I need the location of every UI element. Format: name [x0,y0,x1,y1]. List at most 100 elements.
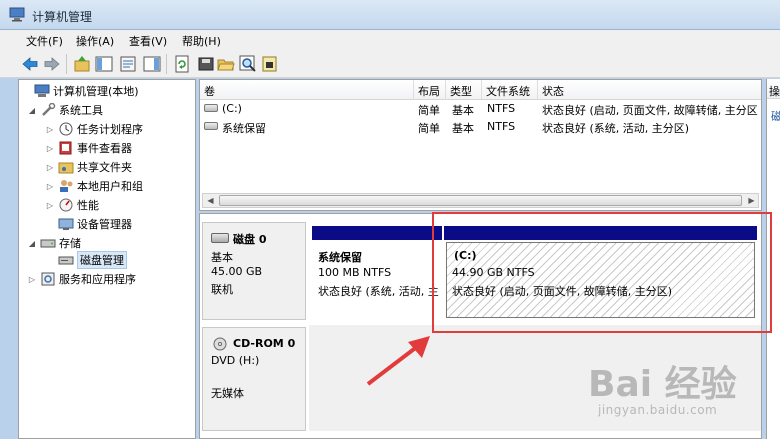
drive-icon [204,122,218,130]
table-row[interactable]: (C:) 简单 基本 NTFS 状态良好 (启动, 页面文件, 故障转储, 主分… [200,100,761,118]
refresh-icon[interactable] [172,54,192,74]
watermark-logo: Bai 经验 [588,364,737,405]
disk-icon [211,233,229,243]
partition-status: 状态良好 (系统, 活动, 主 [318,285,439,298]
scroll-left-icon[interactable]: ◀ [203,194,218,207]
tree-item-event-viewer[interactable]: ▷ 事件查看器 [45,139,132,157]
disk-icon[interactable] [196,54,216,74]
menu-action[interactable]: 操作(A) [76,33,114,49]
actions-item-disk[interactable]: 磁 [771,108,780,124]
volume-layout: 简单 [418,104,440,117]
tree-expand-arrow[interactable]: ▷ [45,201,55,210]
volume-list: 卷 布局 类型 文件系统 状态 (C:) 简单 基本 NTFS 状态良好 (启动… [199,79,762,211]
tree-item-storage[interactable]: ◢ 存储 [27,234,81,252]
drive-icon [204,104,218,112]
tree-item-device-manager[interactable]: 设备管理器 [45,215,132,233]
cdrom-type: DVD (H:) [211,354,260,367]
tree-expand-arrow[interactable]: ▷ [27,275,37,284]
tree-item-label: 共享文件夹 [77,161,132,174]
tree-item-performance[interactable]: ▷ 性能 [45,196,99,214]
tree-collapse-arrow[interactable]: ◢ [27,106,37,115]
volume-filesystem: NTFS [487,120,516,133]
disk-size: 45.00 GB [211,265,263,278]
tree-item-label: 事件查看器 [77,142,132,155]
scroll-right-icon[interactable]: ▶ [744,194,759,207]
toolbar-separator [166,54,167,74]
properties-page-icon[interactable] [260,54,280,74]
task-scheduler-icon [59,122,73,136]
cdrom-name: CD-ROM 0 [233,337,296,350]
menu-file[interactable]: 文件(F) [26,33,63,49]
up-folder-icon[interactable] [72,54,92,74]
partition-name: 系统保留 [318,251,362,264]
volume-layout: 简单 [418,122,440,135]
tree-item-task-scheduler[interactable]: ▷ 任务计划程序 [45,120,143,138]
computer-management-icon [9,7,25,22]
tree-collapse-arrow[interactable]: ◢ [27,239,37,248]
magnify-icon[interactable] [238,54,258,74]
tree-item-services-apps[interactable]: ▷ 服务和应用程序 [27,270,136,288]
tree-item-disk-management[interactable]: 磁盘管理 [45,251,127,269]
back-arrow-icon[interactable] [20,54,40,74]
volume-type: 基本 [452,122,474,135]
window-title: 计算机管理 [32,10,93,24]
tree-item-label: 计算机管理(本地) [53,85,139,98]
tree-item-label: 服务和应用程序 [59,273,136,286]
volume-name: 系统保留 [222,122,266,135]
column-header-type[interactable]: 类型 [446,80,482,100]
help-icon[interactable] [142,54,162,74]
menu-view[interactable]: 查看(V) [129,33,167,49]
open-folder-icon[interactable] [216,54,236,74]
tree-item-label: 任务计划程序 [77,123,143,136]
tree-item-shared-folders[interactable]: ▷ 共享文件夹 [45,158,132,176]
forward-arrow-icon[interactable] [42,54,62,74]
partition-system-reserved[interactable]: 系统保留 100 MB NTFS 状态良好 (系统, 活动, 主 [312,226,442,320]
actions-header: 操 [767,79,780,99]
tree-item-label: 设备管理器 [77,218,132,231]
annotation-arrow-icon [366,336,430,386]
tree-item-label: 性能 [77,199,99,212]
tree-expand-arrow[interactable]: ▷ [45,182,55,191]
menu-bar: 文件(F) 操作(A) 查看(V) 帮助(H) [0,30,780,50]
event-viewer-icon [59,141,72,155]
column-header-status[interactable]: 状态 [538,80,761,100]
cdrom-0-label[interactable]: CD-ROM 0 DVD (H:) 无媒体 [202,327,306,431]
volume-name: (C:) [222,102,242,115]
tree-item-computer-management[interactable]: 计算机管理(本地) [21,82,139,100]
disk-name: 磁盘 0 [233,233,267,246]
scrollbar-thumb[interactable] [219,195,742,206]
tree-expand-arrow[interactable]: ▷ [45,144,55,153]
column-header-filesystem[interactable]: 文件系统 [482,80,538,100]
tree-item-system-tools[interactable]: ◢ 系统工具 [27,101,103,119]
computer-management-icon [34,84,50,97]
disk-0-label[interactable]: 磁盘 0 基本 45.00 GB 联机 [202,222,306,320]
column-header-volume[interactable]: 卷 [200,80,414,100]
performance-icon [59,198,73,212]
partition-bar [312,226,442,240]
volume-type: 基本 [452,104,474,117]
volume-filesystem: NTFS [487,102,516,115]
column-header-layout[interactable]: 布局 [414,80,446,100]
baidu-watermark: Bai 经验 jingyan.baidu.com [588,355,778,435]
horizontal-scrollbar[interactable]: ◀ ▶ [202,193,759,208]
highlight-box [432,212,772,333]
menu-help[interactable]: 帮助(H) [182,33,221,49]
tree-item-label: 磁盘管理 [77,251,127,269]
volume-status: 状态良好 (启动, 页面文件, 故障转储, 主分区 [542,104,758,117]
tree-item-local-users[interactable]: ▷ 本地用户和组 [45,177,143,195]
tree-expand-arrow[interactable]: ▷ [45,125,55,134]
device-manager-icon [58,218,74,230]
navigation-tree: 计算机管理(本地) ◢ 系统工具 ▷ 任务计划程序 ▷ 事件查看器 ▷ 共享文件… [18,79,196,439]
tree-item-label: 存储 [59,237,81,250]
show-hide-tree-icon[interactable] [94,54,114,74]
cdrom-media: 无媒体 [211,387,244,400]
tree-expand-arrow[interactable]: ▷ [45,163,55,172]
system-tools-icon [42,103,56,116]
toolbar [0,50,780,78]
table-row[interactable]: 系统保留 简单 基本 NTFS 状态良好 (系统, 活动, 主分区) [200,118,761,136]
disk-management-icon [58,256,74,265]
disk-type: 基本 [211,251,233,264]
properties-icon[interactable] [118,54,138,74]
toolbar-separator [66,54,67,74]
cdrom-icon [213,337,227,351]
